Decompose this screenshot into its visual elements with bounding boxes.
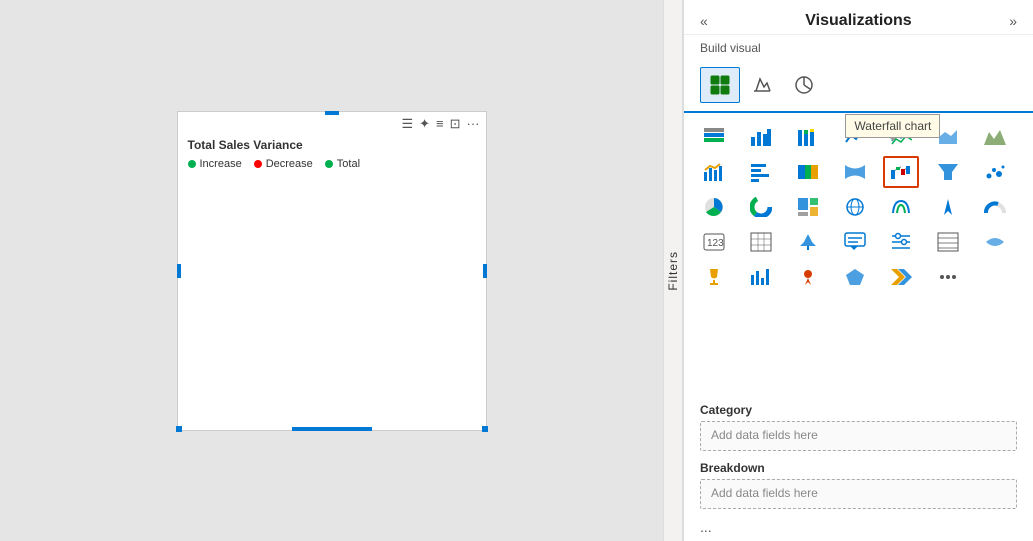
toolbar-expand-icon[interactable]: ⊡ <box>450 116 461 132</box>
viz-100-bar[interactable] <box>790 156 826 188</box>
toolbar-menu-icon[interactable]: ☰ <box>401 116 413 132</box>
viz-chevrons[interactable] <box>883 261 919 293</box>
visualizations-panel: « Visualizations » Build visual <box>683 0 1033 541</box>
forward-arrow-icon[interactable]: » <box>1009 13 1017 29</box>
resize-bottom[interactable] <box>292 427 372 431</box>
viz-stacked-bar-2[interactable] <box>790 121 826 153</box>
viz-treemap[interactable] <box>790 191 826 223</box>
fields-svg <box>710 75 730 95</box>
viz-line-chart[interactable] <box>837 121 873 153</box>
viz-line-chart-2[interactable] <box>883 121 919 153</box>
visual-title: Total Sales Variance <box>178 136 486 156</box>
breakdown-label: Breakdown <box>700 461 1017 475</box>
category-section: Category Add data fields here <box>684 397 1033 455</box>
viz-number-card[interactable]: 123 <box>696 226 732 258</box>
viz-bar-chart[interactable] <box>743 121 779 153</box>
viz-grid: Waterfall chart <box>696 121 1021 293</box>
category-placeholder: Add data fields here <box>711 428 818 442</box>
visual-toolbar: ☰ ✦ ≡ ⊡ ··· <box>178 112 486 136</box>
resize-bottom-left[interactable] <box>176 426 182 432</box>
resize-left[interactable] <box>177 264 181 278</box>
viz-trophy[interactable] <box>696 261 732 293</box>
analytics-svg <box>794 75 814 95</box>
viz-pie-chart[interactable] <box>696 191 732 223</box>
viz-stacked-bar[interactable] <box>696 121 732 153</box>
viz-mountain-chart[interactable] <box>977 121 1013 153</box>
build-visual-analytics-icon[interactable] <box>784 67 824 103</box>
viz-grid-container: Waterfall chart <box>684 113 1033 397</box>
viz-ribbon-chart[interactable] <box>837 156 873 188</box>
filters-label: Filters <box>666 251 680 291</box>
format-svg <box>752 75 772 95</box>
viz-smart-narrative[interactable] <box>837 226 873 258</box>
build-visual-icons <box>684 63 1033 113</box>
viz-matrix[interactable] <box>743 226 779 258</box>
breakdown-section: Breakdown Add data fields here <box>684 455 1033 513</box>
legend-total-label: Total <box>337 158 360 170</box>
panel-forward-arrow[interactable]: » <box>1009 13 1017 29</box>
viz-funnel-chart[interactable] <box>930 156 966 188</box>
viz-more-options[interactable] <box>930 261 966 293</box>
viz-table[interactable] <box>930 226 966 258</box>
panel-header: « Visualizations » <box>684 0 1033 35</box>
svg-text:123: 123 <box>707 238 724 249</box>
viz-scatter-chart[interactable] <box>977 156 1013 188</box>
legend-increase-dot <box>188 160 196 168</box>
category-label: Category <box>700 403 1017 417</box>
build-visual-format-icon[interactable] <box>742 67 782 103</box>
toolbar-more-icon[interactable]: ··· <box>467 116 480 131</box>
toolbar-filter-icon[interactable]: ≡ <box>436 116 444 131</box>
toolbar-bookmark-icon[interactable]: ✦ <box>419 116 430 132</box>
resize-right[interactable] <box>483 264 487 278</box>
viz-map-pin[interactable] <box>790 261 826 293</box>
legend-decrease-label: Decrease <box>266 158 313 170</box>
resize-top[interactable] <box>325 111 339 115</box>
viz-nav-shape[interactable] <box>930 191 966 223</box>
more-fields: ... <box>684 513 1033 541</box>
canvas-area: ☰ ✦ ≡ ⊡ ··· Total Sales Variance Increas… <box>0 0 663 541</box>
viz-gauge[interactable] <box>977 191 1013 223</box>
legend-total: Total <box>325 158 360 170</box>
panel-back-arrow[interactable]: « <box>700 13 708 29</box>
viz-waterfall-chart[interactable]: Waterfall chart <box>883 156 919 188</box>
legend-increase: Increase <box>188 158 242 170</box>
viz-shape[interactable] <box>837 261 873 293</box>
legend-increase-label: Increase <box>200 158 242 170</box>
viz-bar-chart-h[interactable] <box>743 156 779 188</box>
viz-slicer[interactable] <box>883 226 919 258</box>
filters-sidebar[interactable]: Filters <box>663 0 683 541</box>
viz-kpi[interactable] <box>790 226 826 258</box>
viz-donut-chart[interactable] <box>743 191 779 223</box>
panel-subtitle: Build visual <box>684 35 1033 63</box>
viz-area-chart[interactable] <box>930 121 966 153</box>
viz-globe[interactable] <box>837 191 873 223</box>
panel-title: Visualizations <box>805 12 911 30</box>
breakdown-drop-zone[interactable]: Add data fields here <box>700 479 1017 509</box>
visual-container[interactable]: ☰ ✦ ≡ ⊡ ··· Total Sales Variance Increas… <box>177 111 487 431</box>
viz-sparkline[interactable] <box>743 261 779 293</box>
resize-bottom-right[interactable] <box>482 426 488 432</box>
breakdown-placeholder: Add data fields here <box>711 486 818 500</box>
viz-arc[interactable] <box>883 191 919 223</box>
category-drop-zone[interactable]: Add data fields here <box>700 421 1017 451</box>
legend-decrease-dot <box>254 160 262 168</box>
back-arrow-icon[interactable]: « <box>700 13 708 29</box>
visual-content <box>178 176 486 430</box>
legend-total-dot <box>325 160 333 168</box>
legend-decrease: Decrease <box>254 158 313 170</box>
viz-flow[interactable] <box>977 226 1013 258</box>
build-visual-fields-icon[interactable] <box>700 67 740 103</box>
visual-legend: Increase Decrease Total <box>178 156 486 176</box>
viz-combo-chart[interactable] <box>696 156 732 188</box>
